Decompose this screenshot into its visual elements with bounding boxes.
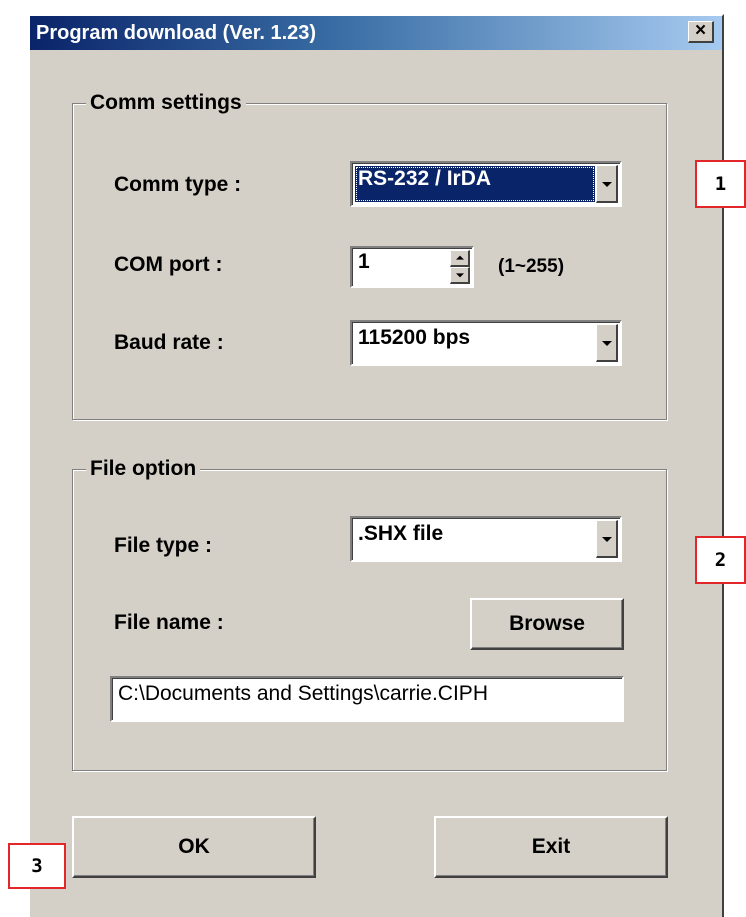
comm-settings-title: Comm settings (86, 91, 246, 115)
spin-up-icon (455, 255, 464, 260)
browse-button[interactable]: Browse (470, 598, 624, 650)
com-port-spinner[interactable]: 1 (350, 246, 474, 288)
file-type-select[interactable]: .SHX file (350, 516, 622, 562)
callout-3: 3 (8, 843, 66, 889)
comm-type-select[interactable]: RS-232 / IrDA (350, 161, 622, 207)
baud-rate-dropdown-button[interactable] (596, 324, 618, 362)
file-option-title: File option (86, 457, 201, 481)
com-port-label: COM port : (114, 253, 223, 276)
file-type-dropdown-button[interactable] (596, 520, 618, 558)
window-title: Program download (Ver. 1.23) (36, 22, 317, 44)
exit-button[interactable]: Exit (434, 816, 668, 878)
file-type-label: File type : (114, 534, 213, 557)
close-button[interactable]: × (688, 21, 714, 43)
baud-rate-value: 115200 bps (358, 326, 471, 349)
chevron-down-icon (601, 340, 612, 346)
callout-1: 1 (695, 160, 746, 208)
title-bar[interactable]: Program download (Ver. 1.23) × (30, 16, 722, 50)
com-port-range: (1~255) (498, 256, 565, 277)
chevron-down-icon (601, 181, 612, 187)
callout-2: 2 (695, 536, 746, 584)
file-path-value[interactable]: C:\Documents and Settings\carrie.CIPH (118, 682, 614, 706)
program-download-dialog: Program download (Ver. 1.23) × Comm sett… (28, 14, 724, 917)
file-path-field[interactable]: C:\Documents and Settings\carrie.CIPH (110, 676, 624, 722)
comm-type-label: Comm type : (114, 173, 242, 196)
com-port-value[interactable]: 1 (358, 250, 370, 274)
comm-type-dropdown-button[interactable] (596, 165, 618, 203)
baud-rate-select[interactable]: 115200 bps (350, 320, 622, 366)
baud-rate-label: Baud rate : (114, 331, 224, 354)
com-port-spin-up[interactable] (450, 250, 470, 267)
file-type-value: .SHX file (358, 522, 444, 545)
comm-type-value: RS-232 / IrDA (358, 167, 492, 190)
ok-button[interactable]: OK (72, 816, 316, 878)
spin-down-icon (455, 273, 464, 278)
close-icon: × (694, 20, 707, 41)
chevron-down-icon (601, 536, 612, 542)
file-name-label: File name : (114, 611, 224, 634)
com-port-spin-down[interactable] (450, 267, 470, 284)
